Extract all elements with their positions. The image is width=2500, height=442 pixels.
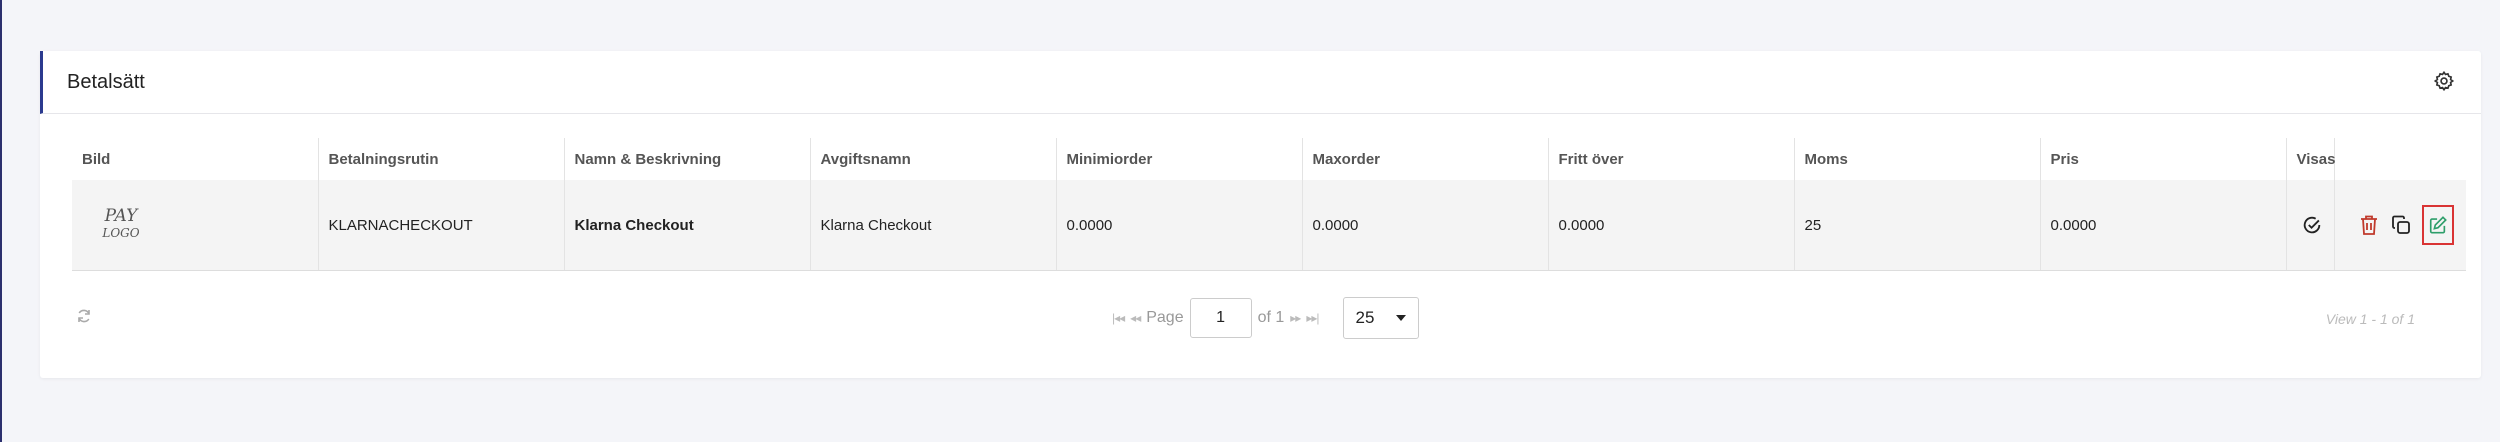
col-header-betalningsrutin[interactable]: Betalningsrutin [317, 138, 564, 180]
left-rail [0, 0, 2, 442]
col-header-avgiftsnamn[interactable]: Avgiftsnamn [809, 138, 1056, 180]
pay-logo-image: PAY LOGO [96, 208, 146, 242]
last-page-icon[interactable]: ▸▸| [1306, 311, 1319, 325]
copy-icon[interactable] [2390, 214, 2412, 236]
cell-namn: Klarna Checkout [563, 180, 810, 271]
pagination-controls: |◂◂ ◂◂ Page of 1 ▸▸ ▸▸| 25 [1112, 297, 1419, 339]
refresh-icon[interactable] [76, 308, 92, 324]
logo-line2: LOGO [102, 226, 140, 240]
page-size-select[interactable]: 25 [1342, 297, 1419, 339]
next-page-icon[interactable]: ▸▸ [1290, 311, 1301, 325]
cell-fritt-over: 0.0000 [1547, 180, 1794, 271]
page-number-input[interactable] [1189, 298, 1252, 338]
check-circle-icon [2301, 214, 2323, 236]
payment-table: Bild Betalningsrutin Namn & Beskrivning … [72, 138, 2466, 271]
page-label: Page [1146, 309, 1184, 326]
chevron-down-icon [1395, 315, 1406, 321]
col-header-fritt-over[interactable]: Fritt över [1547, 138, 1794, 180]
gear-icon[interactable] [2433, 70, 2455, 92]
cell-avgiftsnamn: Klarna Checkout [809, 180, 1056, 271]
cell-maxorder: 0.0000 [1301, 180, 1548, 271]
col-header-visas[interactable]: Visas [2285, 138, 2335, 180]
col-header-pris[interactable]: Pris [2039, 138, 2286, 180]
table-row[interactable]: PAY LOGO KLARNACHECKOUT Klarna Checkout … [72, 180, 2466, 271]
delete-icon[interactable] [2358, 214, 2380, 236]
cell-rutin: KLARNACHECKOUT [317, 180, 564, 271]
col-header-minimiorder[interactable]: Minimiorder [1055, 138, 1302, 180]
view-info: View 1 - 1 of 1 [2325, 311, 2415, 327]
cell-actions [2333, 180, 2466, 271]
col-header-maxorder[interactable]: Maxorder [1301, 138, 1548, 180]
page-size-value: 25 [1355, 308, 1375, 327]
table-header-row: Bild Betalningsrutin Namn & Beskrivning … [72, 138, 2466, 180]
panel-title: Betalsätt [67, 71, 145, 93]
logo-line1: PAY [104, 206, 138, 226]
col-header-namn[interactable]: Namn & Beskrivning [563, 138, 810, 180]
cell-moms: 25 [1793, 180, 2040, 271]
edit-icon[interactable] [2422, 205, 2454, 245]
page-of-label: of 1 [1257, 309, 1285, 326]
cell-bild: PAY LOGO [72, 180, 318, 271]
first-page-icon[interactable]: |◂◂ [1112, 311, 1125, 325]
cell-visas [2285, 180, 2334, 271]
payment-methods-panel: Betalsätt Bild Betalningsrutin Namn & Be… [40, 51, 2481, 378]
col-header-bild[interactable]: Bild [72, 138, 318, 180]
col-header-actions [2333, 138, 2466, 180]
col-header-moms[interactable]: Moms [1793, 138, 2040, 180]
panel-header: Betalsätt [40, 51, 2481, 114]
prev-page-icon[interactable]: ◂◂ [1130, 311, 1141, 325]
cell-minimiorder: 0.0000 [1055, 180, 1302, 271]
cell-pris: 0.0000 [2039, 180, 2286, 271]
pager: |◂◂ ◂◂ Page of 1 ▸▸ ▸▸| 25 View 1 - 1 of… [40, 288, 2481, 348]
